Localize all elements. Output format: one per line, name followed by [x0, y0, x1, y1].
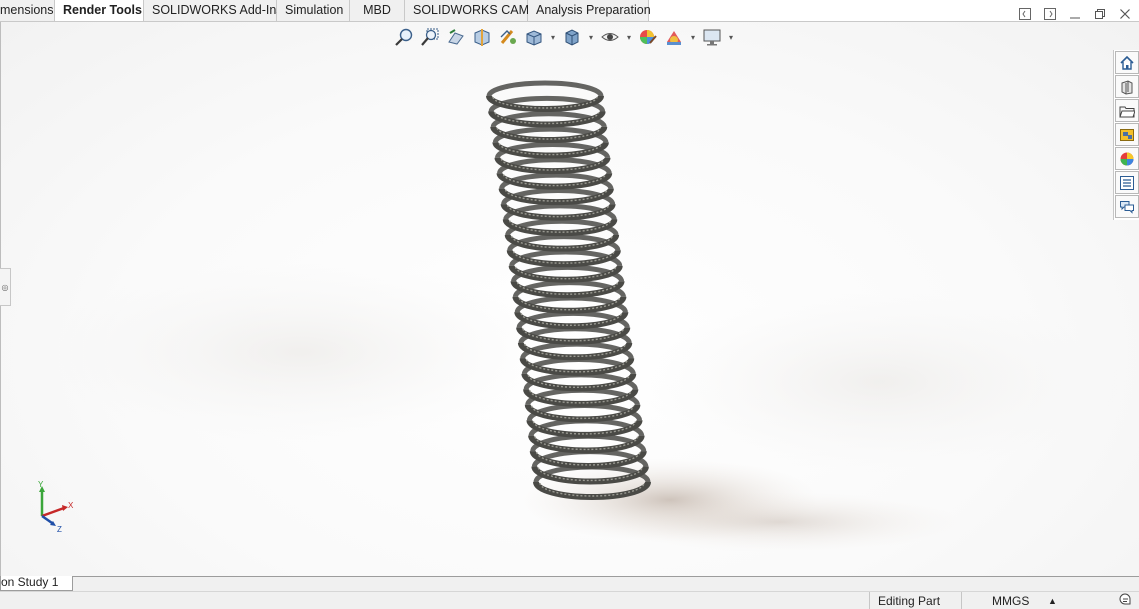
view-palette-icon[interactable]: [1115, 123, 1139, 146]
edit-appearance-icon[interactable]: [637, 26, 659, 48]
tab-solidworks-add-ins[interactable]: SOLIDWORKS Add-Ins: [144, 0, 283, 22]
study-tab-bar: on Study 1: [0, 576, 1139, 591]
dock-right-icon[interactable]: [1042, 6, 1058, 22]
view-settings-icon[interactable]: [701, 26, 723, 48]
dock-left-icon[interactable]: [1017, 6, 1033, 22]
z-axis: [41, 514, 53, 525]
spring-shadow: [600, 492, 960, 552]
hide-show-items-icon[interactable]: [599, 26, 621, 48]
appearances-icon[interactable]: [1115, 147, 1139, 170]
file-explorer-icon[interactable]: [1115, 99, 1139, 122]
tab-simulation[interactable]: Simulation: [277, 0, 350, 22]
restore-icon[interactable]: [1092, 6, 1108, 22]
previous-view-icon[interactable]: [445, 26, 467, 48]
status-mode: Editing Part: [869, 592, 961, 609]
zoom-to-fit-icon[interactable]: [393, 26, 415, 48]
dynamic-annotation-icon[interactable]: [497, 26, 519, 48]
solidworks-window: mensions Render Tools SOLIDWORKS Add-Ins…: [0, 0, 1139, 609]
design-library-icon[interactable]: [1115, 75, 1139, 98]
background-haze: [640, 292, 1120, 472]
reference-triad: Y X Z: [38, 480, 74, 534]
task-pane-tabs: [1113, 50, 1139, 220]
home-icon[interactable]: [1115, 51, 1139, 74]
ribbon-tab-bar: mensions Render Tools SOLIDWORKS Add-Ins…: [0, 0, 1139, 22]
tab-motion-study-1[interactable]: on Study 1: [0, 576, 73, 591]
rebuild-status-icon[interactable]: [1110, 592, 1139, 609]
background-haze: [40, 262, 560, 442]
zoom-to-area-icon[interactable]: [419, 26, 441, 48]
display-style-dropdown-icon[interactable]: ▾: [587, 26, 595, 48]
view-orientation-icon[interactable]: [523, 26, 545, 48]
spring-model[interactable]: [0, 22, 1139, 576]
hide-show-dropdown-icon[interactable]: ▾: [625, 26, 633, 48]
heads-up-view-toolbar: ▾ ▾ ▾ ▾ ▾: [393, 26, 735, 48]
display-style-icon[interactable]: [561, 26, 583, 48]
tab-analysis-preparation[interactable]: Analysis Preparation: [528, 0, 651, 22]
apply-scene-icon[interactable]: [663, 26, 685, 48]
close-icon[interactable]: [1117, 6, 1133, 22]
window-controls: [1017, 6, 1133, 22]
x-axis-label: X: [68, 501, 74, 510]
tab-mbd[interactable]: MBD: [350, 0, 405, 22]
ribbon-tabs: mensions Render Tools SOLIDWORKS Add-Ins…: [0, 0, 651, 22]
view-orientation-dropdown-icon[interactable]: ▾: [549, 26, 557, 48]
forum-icon[interactable]: [1115, 195, 1139, 218]
spring-coils: [486, 80, 651, 500]
minimize-icon[interactable]: [1067, 6, 1083, 22]
unit-system-caret-icon[interactable]: ▲: [1040, 592, 1070, 609]
custom-properties-icon[interactable]: [1115, 171, 1139, 194]
view-settings-dropdown-icon[interactable]: ▾: [727, 26, 735, 48]
section-view-icon[interactable]: [471, 26, 493, 48]
z-axis-label: Z: [57, 525, 62, 534]
status-bar: Editing Part MMGS ▲: [0, 591, 1139, 609]
y-axis-label: Y: [38, 480, 44, 489]
tab-dimensions[interactable]: mensions: [0, 0, 55, 22]
unit-system[interactable]: MMGS: [984, 592, 1044, 609]
tab-solidworks-cam[interactable]: SOLIDWORKS CAM: [405, 0, 529, 22]
tab-render-tools[interactable]: Render Tools: [55, 0, 144, 22]
apply-scene-dropdown-icon[interactable]: ▾: [689, 26, 697, 48]
coil-back: [486, 80, 604, 97]
x-axis: [41, 506, 65, 518]
